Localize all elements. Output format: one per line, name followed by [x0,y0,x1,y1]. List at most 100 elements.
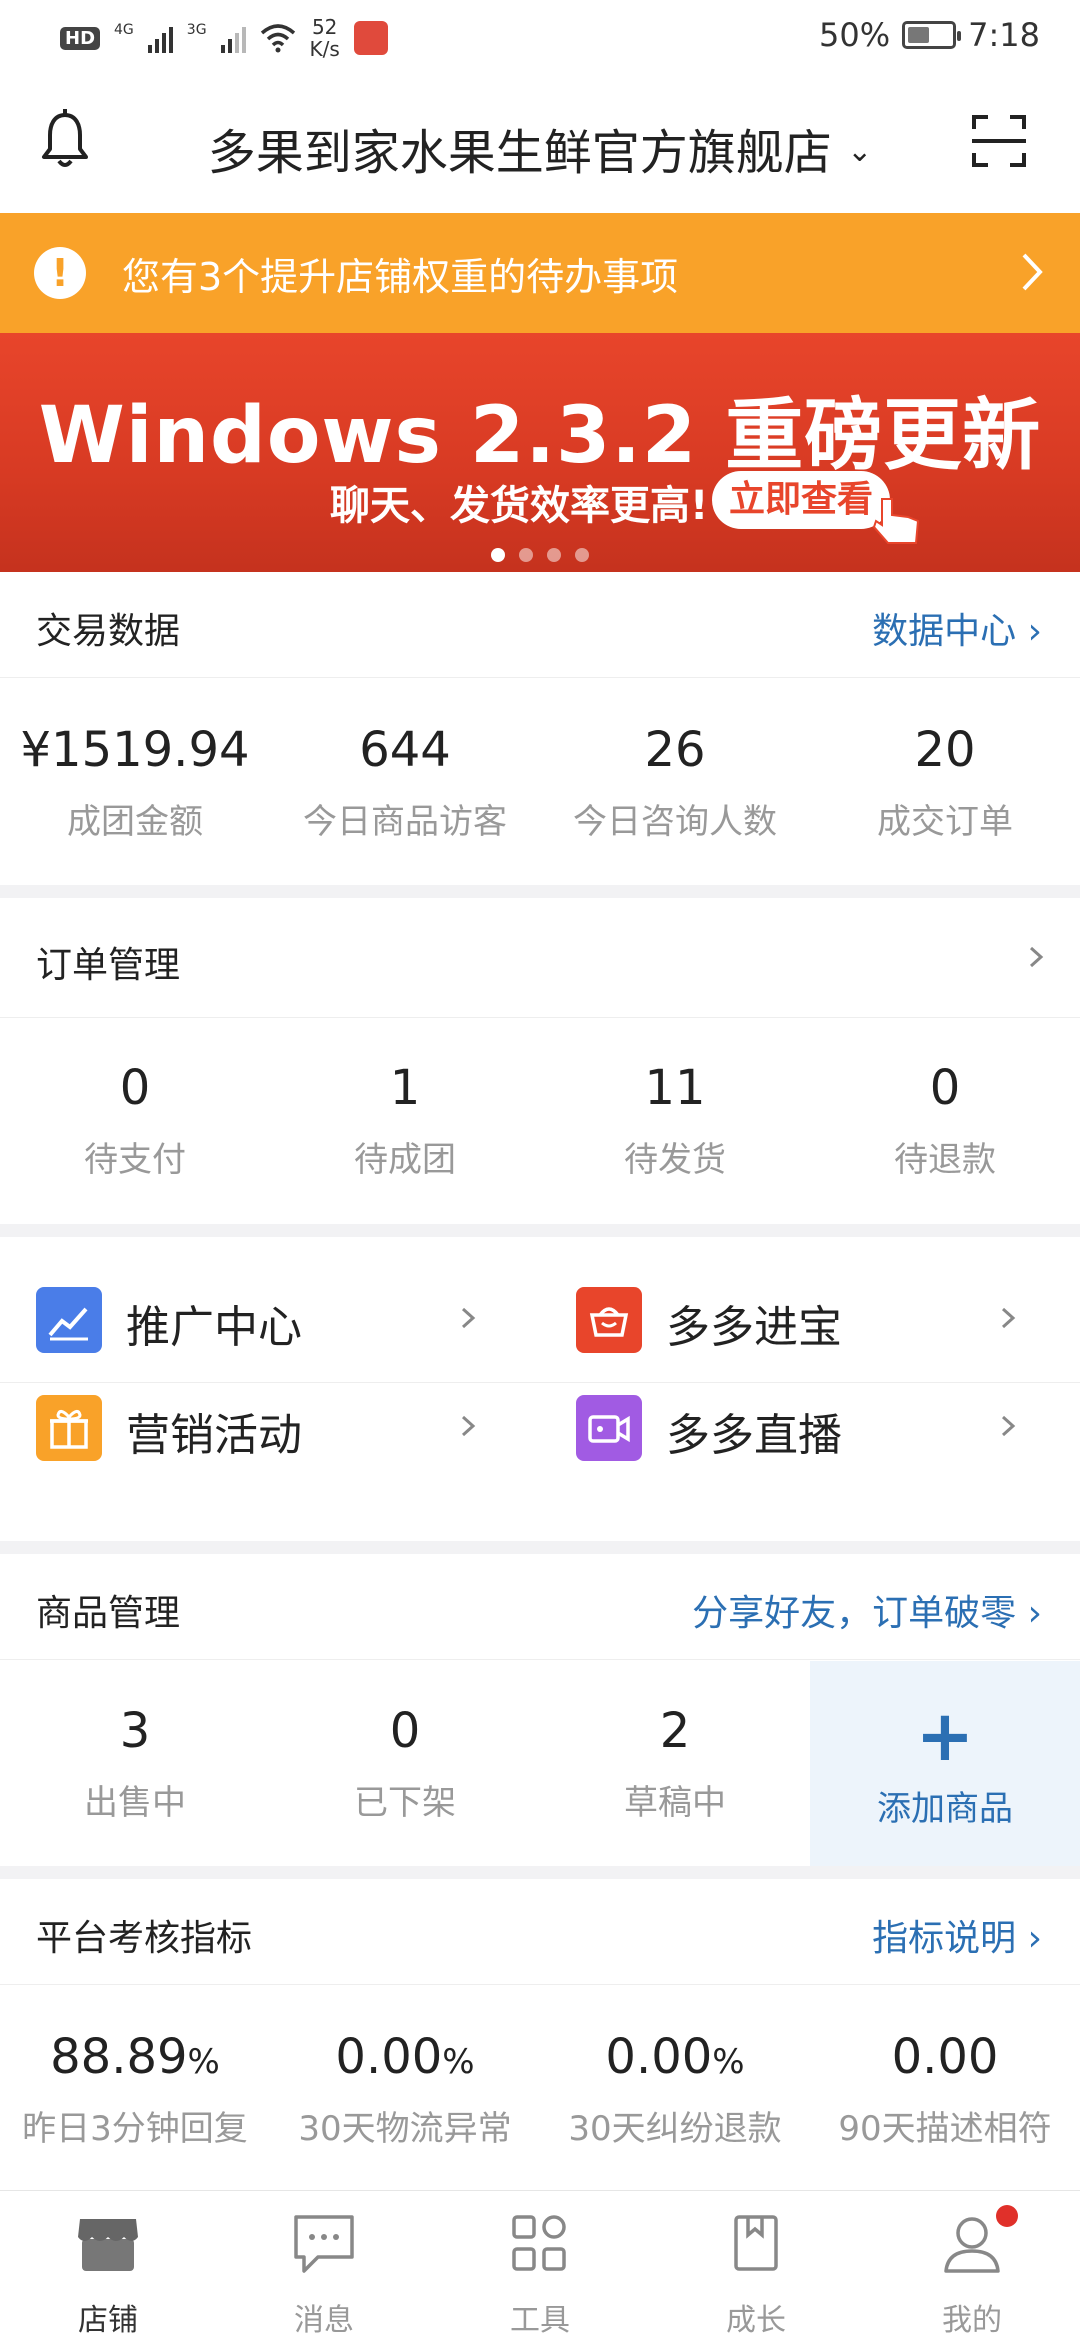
video-camera-icon [576,1395,642,1461]
tab-label: 店铺 [78,2303,138,2338]
stat-value: 0.00 [605,2029,713,2085]
store-icon [78,2219,138,2271]
battery-icon [902,21,962,49]
battery-percent: 50% [819,16,891,54]
store-selector[interactable]: 多果到家水果生鲜官方旗舰店 ⌄ [0,113,1080,183]
wifi-icon [260,24,295,53]
tools-icon [512,2215,566,2271]
tab-growth[interactable]: 成长 [648,2191,864,2340]
network-type-2: 3G [186,22,207,38]
stat-orders[interactable]: 20 成交订单 [810,722,1080,843]
order-pending-refund[interactable]: 0 待退款 [810,1060,1080,1181]
banner-view-button[interactable]: 立即查看 [712,471,890,529]
promo-banner[interactable]: Windows 2.3.2 重磅更新 聊天、发货效率更高! 立即查看 [0,333,1080,572]
chevron-right-icon [1001,1307,1016,1329]
stat-value: 26 [644,722,706,778]
section-title: 商品管理 [36,1593,181,1634]
stat-value: ¥1519.94 [20,722,250,778]
order-pending-payment[interactable]: 0 待支付 [0,1060,270,1181]
stat-value: 11 [644,1060,706,1116]
pagination-dot[interactable] [547,548,561,562]
stat-inquiries[interactable]: 26 今日咨询人数 [540,722,810,843]
stat-value: 3 [119,1703,151,1759]
stat-label: 待发货 [624,1140,726,1180]
hd-indicator: HD [60,26,101,50]
bottom-tab-bar: 店铺 消息 工具 成长 我的 [0,2190,1080,2340]
stat-label: 昨日3分钟回复 [22,2109,248,2149]
metric-reply-rate[interactable]: 88.89% 昨日3分钟回复 [0,2029,270,2150]
share-friends-link[interactable]: 分享好友，订单破零 › [692,1584,1042,1636]
goods-off-shelf[interactable]: 0 已下架 [270,1661,540,1866]
app-notification-icon [353,21,388,55]
todo-notice-text: 您有3个提升店铺权重的待办事项 [122,254,679,299]
stat-unit: % [712,2042,745,2082]
stat-label: 草稿中 [624,1783,726,1823]
section-title: 交易数据 [36,611,181,652]
goods-management-header: 商品管理 分享好友，订单破零 › [0,1554,1080,1660]
platform-metrics-header: 平台考核指标 指标说明 › [0,1879,1080,1985]
stat-label: 待退款 [894,1140,996,1180]
plus-icon: + [915,1695,975,1777]
clock: 7:18 [968,16,1040,54]
pagination-dot[interactable] [491,548,505,562]
stat-label: 90天描述相符 [838,2109,1052,2149]
order-pending-group[interactable]: 1 待成团 [270,1060,540,1181]
feature-menu-grid: 推广中心 多多进宝 营销活动 多多直播 [0,1237,1080,1541]
tab-messages[interactable]: 消息 [216,2191,432,2340]
tab-tools[interactable]: 工具 [432,2191,648,2340]
stat-value: 0.00 [335,2029,443,2085]
section-title: 平台考核指标 [36,1918,253,1959]
platform-metrics-section: 平台考核指标 指标说明 › 88.89% 昨日3分钟回复 0.00% 30天物流异常… [0,1879,1080,2190]
chevron-right-icon [1001,1415,1016,1437]
stat-value: 1 [389,1060,421,1116]
goods-management-section: 商品管理 分享好友，订单破零 › 3 出售中 0 已下架 2 草稿中 + 添加商品 [0,1554,1080,1866]
menu-label: 多多直播 [666,1410,842,1461]
stat-value: 644 [359,722,451,778]
section-title: 订单管理 [36,945,181,986]
add-product-button[interactable]: + 添加商品 [810,1661,1080,1866]
message-icon [294,2215,354,2273]
chevron-right-icon [461,1415,476,1437]
top-header: 多果到家水果生鲜官方旗舰店 ⌄ [0,75,1080,213]
order-management-section: 订单管理 0 待支付 1 待成团 11 待发货 0 待退款 [0,898,1080,1224]
menu-duoduo-jinbao[interactable]: 多多进宝 [540,1237,1080,1383]
goods-on-sale[interactable]: 3 出售中 [0,1661,270,1866]
stat-value: 88.89 [50,2029,188,2085]
tab-label: 我的 [942,2303,1002,2338]
tab-store[interactable]: 店铺 [0,2191,216,2340]
store-name: 多果到家水果生鲜官方旗舰店 [207,125,832,181]
gift-icon [36,1395,102,1461]
todo-notice-bar[interactable]: ! 您有3个提升店铺权重的待办事项 [0,213,1080,333]
menu-promotion-center[interactable]: 推广中心 [0,1237,540,1383]
metric-logistics-exception[interactable]: 0.00% 30天物流异常 [270,2029,540,2150]
menu-label: 多多进宝 [666,1302,842,1353]
stat-label: 今日咨询人数 [573,802,777,842]
chevron-right-icon [461,1307,476,1329]
metric-description-match[interactable]: 0.00 90天描述相符 [810,2029,1080,2150]
goods-drafts[interactable]: 2 草稿中 [540,1661,810,1866]
order-management-header[interactable]: 订单管理 [0,898,1080,1018]
order-pending-shipment[interactable]: 11 待发货 [540,1060,810,1181]
menu-marketing-activities[interactable]: 营销活动 [0,1395,540,1541]
menu-duoduo-live[interactable]: 多多直播 [540,1395,1080,1541]
stat-label: 30天纠纷退款 [568,2109,782,2149]
stat-label: 30天物流异常 [298,2109,512,2149]
stat-group-amount[interactable]: ¥1519.94 成团金额 [0,722,270,843]
trade-data-section: 交易数据 数据中心 › ¥1519.94 成团金额 644 今日商品访客 26 今日咨… [0,572,1080,885]
data-center-link[interactable]: 数据中心 › [872,602,1042,654]
stat-value: 0 [389,1703,421,1759]
metrics-explanation-link[interactable]: 指标说明 › [872,1909,1042,1961]
pagination-dot[interactable] [519,548,533,562]
scan-icon[interactable] [972,113,1026,169]
stat-visitors[interactable]: 644 今日商品访客 [270,722,540,843]
stat-label: 已下架 [354,1783,456,1823]
tab-label: 工具 [510,2303,570,2338]
net-speed: 52 K/s [309,15,340,61]
tab-profile[interactable]: 我的 [864,2191,1080,2340]
pagination-dot[interactable] [575,548,589,562]
network-type-1: 4G [114,22,134,38]
chevron-right-icon [1022,253,1043,291]
metric-dispute-refund[interactable]: 0.00% 30天纠纷退款 [540,2029,810,2150]
treasure-icon [576,1287,642,1353]
stat-label: 成交订单 [877,802,1013,842]
